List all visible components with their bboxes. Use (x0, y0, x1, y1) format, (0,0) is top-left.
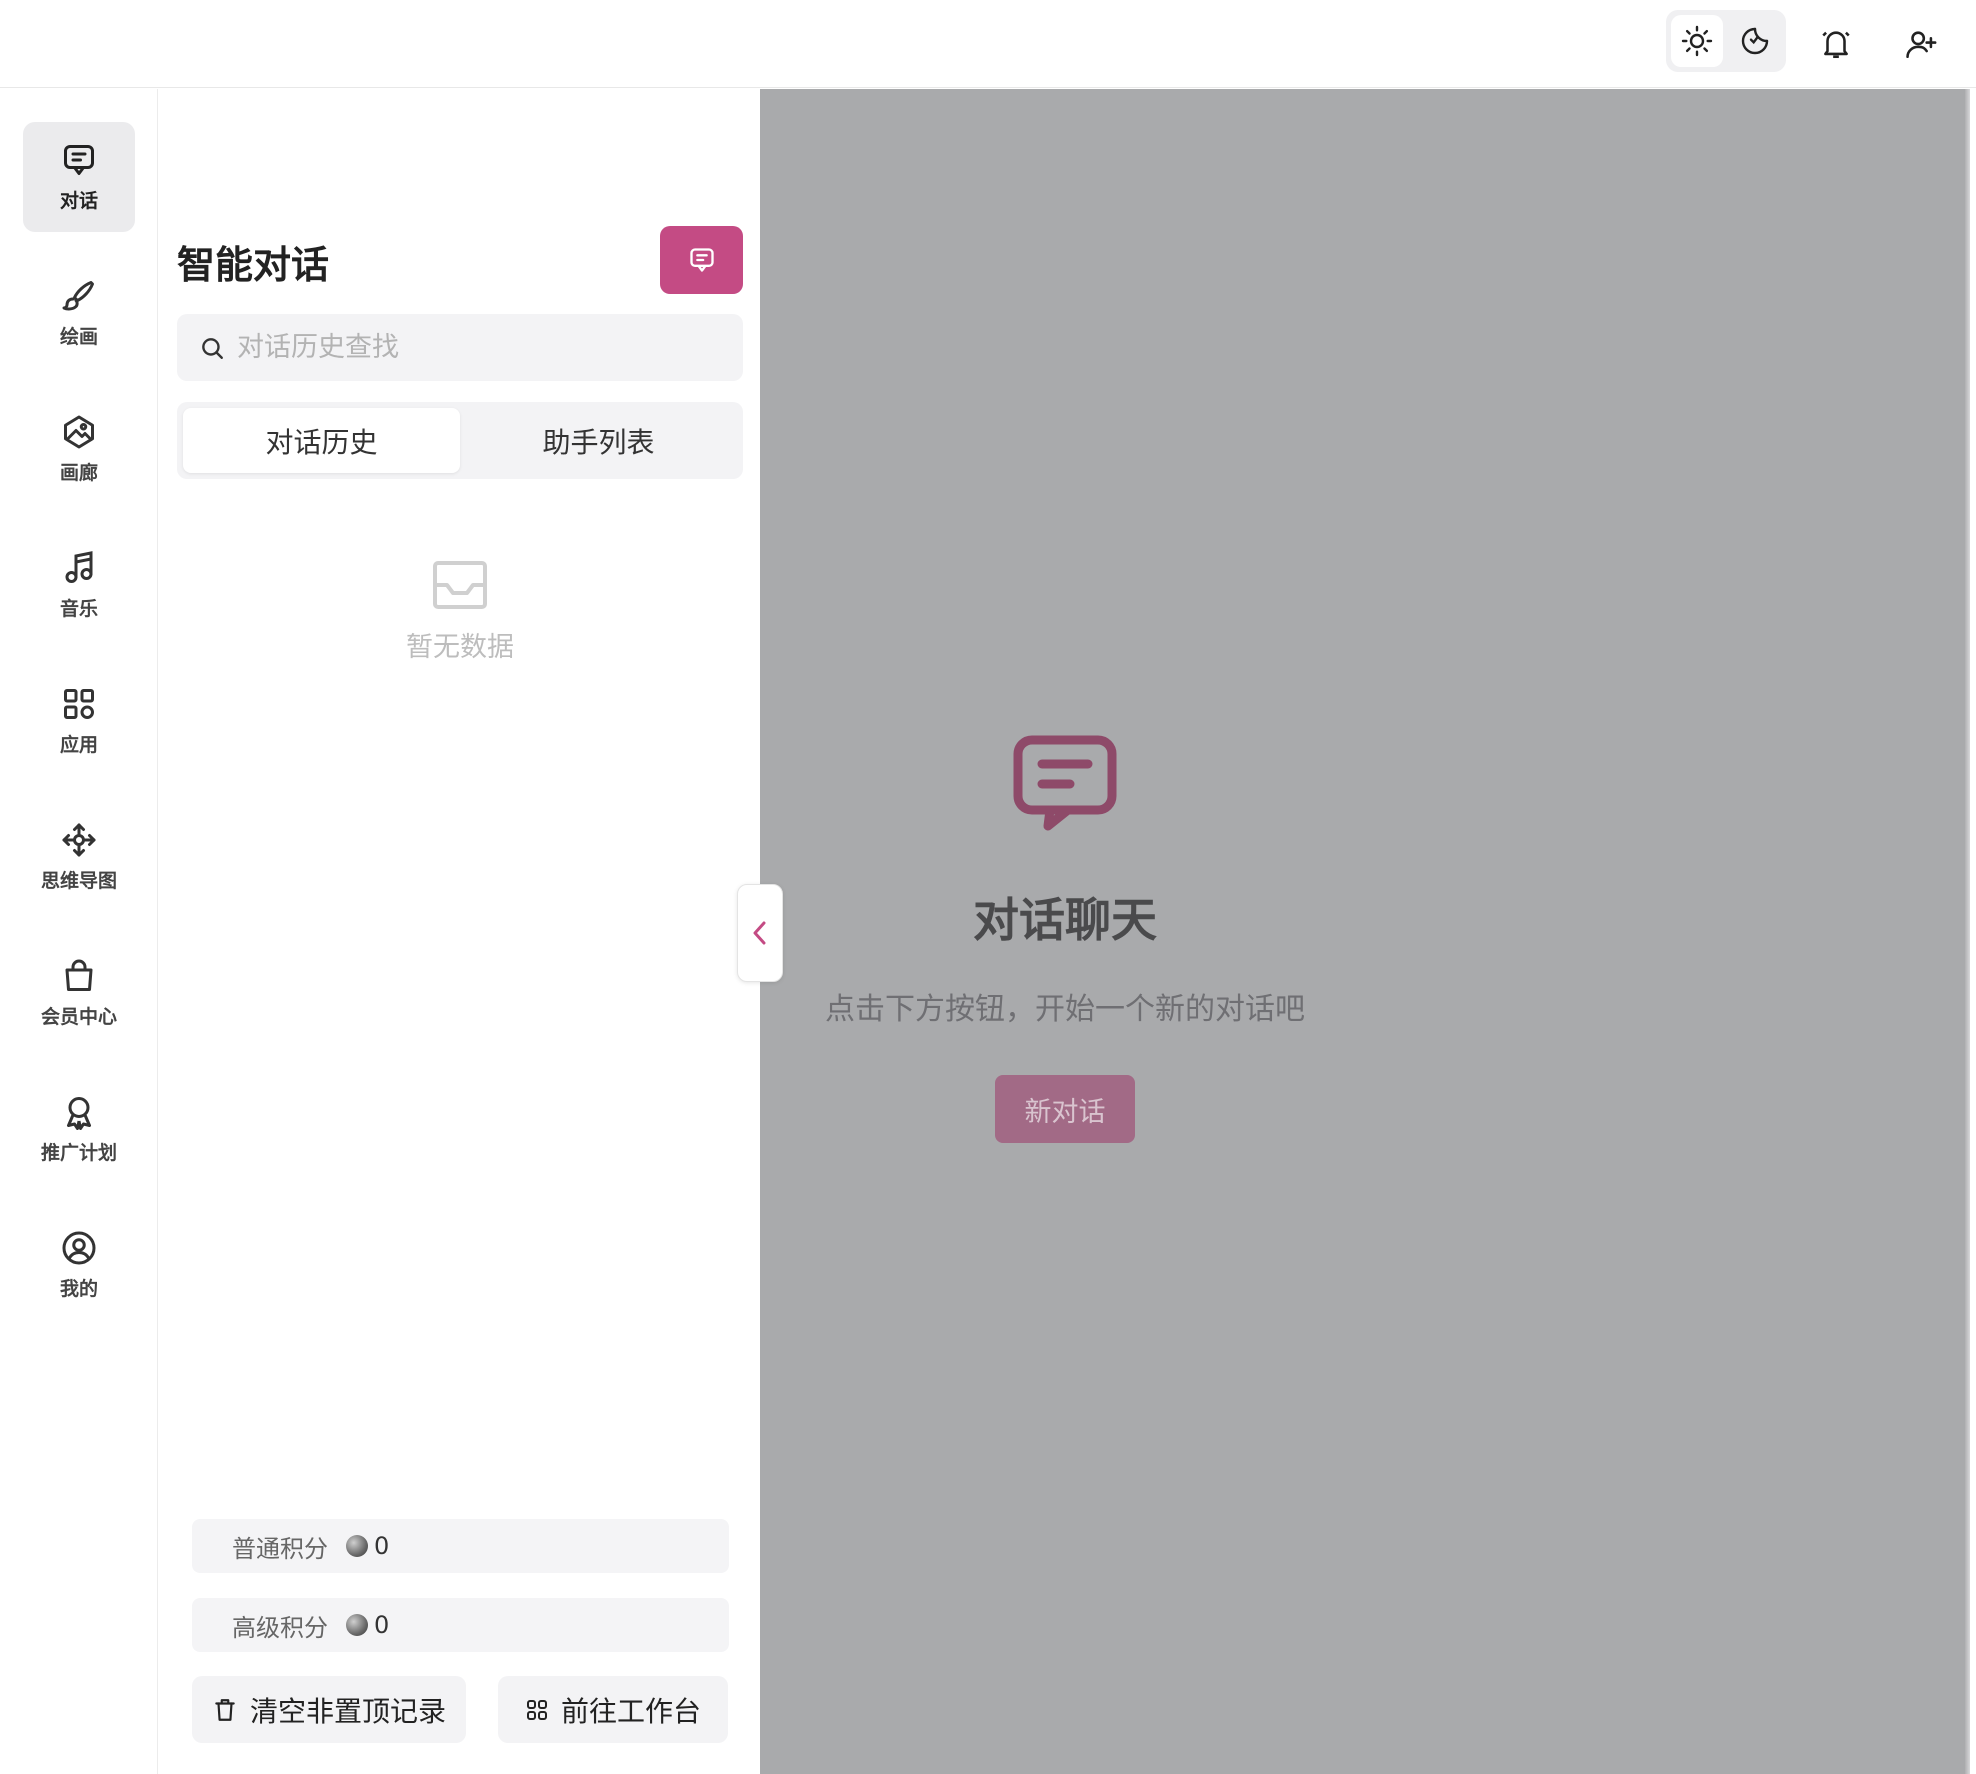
nav-item-draw[interactable]: 绘画 (23, 258, 135, 368)
clear-records-label: 清空非置顶记录 (249, 1694, 446, 1728)
workspace-label: 前往工作台 (560, 1694, 701, 1728)
search-icon (202, 337, 223, 359)
nav-label-membership: 会员中心 (40, 1005, 117, 1028)
trash-icon (215, 1698, 235, 1721)
tab-history[interactable]: 对话历史 (183, 408, 460, 473)
chat-side-panel: 智能对话 对话历史 助手列表 暂无数据 普通积分 0 高级积分 0 清空 (159, 89, 759, 1774)
brush-icon (62, 280, 94, 310)
nav-label-apps: 应用 (59, 733, 98, 756)
overlay-edge (1965, 89, 1970, 1774)
empty-text: 暂无数据 (406, 632, 514, 663)
app-frame: 对话 绘画 画廊 音乐 应用 思维导图 会员中心 推广计划 我的 智能对话 对话… (0, 89, 1970, 1774)
nav-label-gallery: 画廊 (59, 461, 98, 484)
search-box[interactable] (177, 314, 743, 381)
normal-points-value: 0 (374, 1532, 390, 1560)
clear-records-button[interactable]: 清空非置顶记录 (192, 1676, 466, 1743)
advanced-points-row: 高级积分 0 (192, 1598, 729, 1652)
dark-theme-button[interactable] (1729, 15, 1781, 67)
theme-switch[interactable] (1666, 10, 1786, 72)
panel-title: 智能对话 (177, 243, 330, 287)
chat-icon (689, 248, 714, 272)
empty-state: 暂无数据 (177, 559, 743, 664)
light-theme-button[interactable] (1671, 15, 1723, 67)
user-plus-icon (1906, 31, 1937, 59)
top-bar (0, 0, 1976, 88)
gallery-icon (64, 415, 94, 448)
workspace-button[interactable]: 前往工作台 (498, 1676, 728, 1743)
nav-item-music[interactable]: 音乐 (23, 530, 135, 640)
chevron-left-icon (753, 921, 766, 945)
chat-icon (64, 144, 94, 175)
main-subtitle: 点击下方按钮，开始一个新的对话吧 (825, 992, 1305, 1027)
bell-icon (1822, 31, 1850, 59)
nav-sidebar: 对话 绘画 画廊 音乐 应用 思维导图 会员中心 推广计划 我的 (0, 89, 158, 1774)
nav-label-chat: 对话 (59, 189, 98, 212)
nav-item-apps[interactable]: 应用 (23, 666, 135, 776)
inbox-icon (433, 561, 487, 609)
coin-icon (346, 1535, 368, 1557)
award-icon (67, 1096, 91, 1130)
nav-label-draw: 绘画 (59, 325, 98, 348)
nav-item-mindmap[interactable]: 思维导图 (23, 802, 135, 912)
main-title: 对话聊天 (973, 893, 1157, 947)
music-icon (65, 550, 93, 583)
mindmap-icon (62, 823, 96, 856)
nav-item-gallery[interactable]: 画廊 (23, 394, 135, 504)
apps-icon (64, 688, 94, 719)
advanced-points-label: 高级积分 (232, 1613, 328, 1642)
grid-icon (526, 1699, 547, 1720)
advanced-points-value: 0 (374, 1611, 390, 1639)
main-empty-chat: 对话聊天 点击下方按钮，开始一个新的对话吧 新对话 (760, 89, 1370, 1774)
tab-assistants[interactable]: 助手列表 (460, 408, 737, 473)
panel-tabs: 对话历史 助手列表 (177, 402, 743, 479)
chat-bubble-icon (1013, 735, 1117, 831)
normal-points-row: 普通积分 0 (192, 1519, 729, 1573)
nav-item-membership[interactable]: 会员中心 (23, 938, 135, 1048)
moon-icon (1741, 27, 1769, 55)
user-circle-icon (62, 1231, 96, 1264)
coin-icon (346, 1614, 368, 1636)
new-chat-button[interactable]: 新对话 (995, 1075, 1135, 1143)
user-button[interactable] (1893, 16, 1949, 72)
nav-label-mindmap: 思维导图 (40, 869, 117, 892)
collapse-panel-button[interactable] (737, 884, 783, 982)
search-input[interactable] (237, 332, 717, 363)
nav-item-promotion[interactable]: 推广计划 (23, 1074, 135, 1184)
nav-label-profile: 我的 (59, 1277, 98, 1300)
nav-item-profile[interactable]: 我的 (23, 1210, 135, 1320)
nav-label-promotion: 推广计划 (40, 1141, 117, 1164)
normal-points-label: 普通积分 (232, 1534, 328, 1563)
nav-item-chat[interactable]: 对话 (23, 122, 135, 232)
sun-icon (1681, 25, 1713, 57)
new-chat-icon-button[interactable] (660, 226, 743, 294)
bag-icon (65, 959, 93, 991)
notification-button[interactable] (1808, 16, 1864, 72)
nav-label-music: 音乐 (59, 597, 98, 620)
